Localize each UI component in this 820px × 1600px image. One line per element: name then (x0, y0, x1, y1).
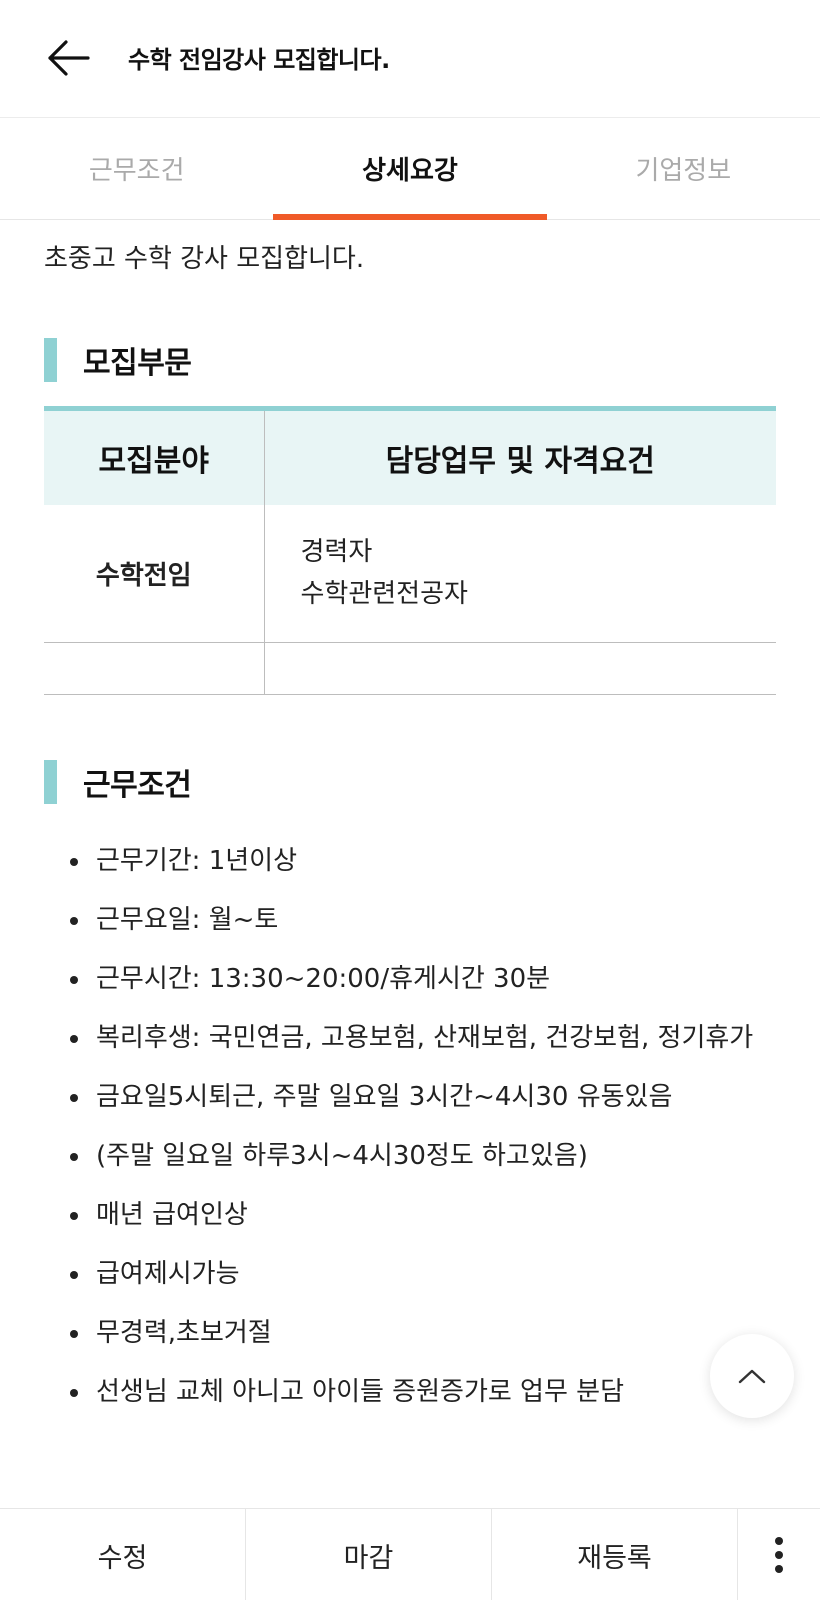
edit-button[interactable]: 수정 (0, 1509, 246, 1600)
duty-line: 수학관련전공자 (300, 579, 468, 610)
list-item: (주말 일요일 하루3시~4시30정도 하고있음) (44, 1135, 776, 1177)
top-header: 수학 전임강사 모집합니다. (0, 0, 820, 118)
list-item: 근무요일: 월~토 (44, 899, 776, 941)
recruit-table: 모집분야 담당업무 및 자격요건 수학전임 경력자 수학관련전공자 (44, 406, 776, 695)
page: 수학 전임강사 모집합니다. 근무조건 상세요강 기업정보 초중고 수학 강사 … (0, 0, 820, 1600)
section-marker (44, 760, 57, 804)
list-item: 복리후생: 국민연금, 고용보험, 산재보험, 건강보험, 정기휴가 (44, 1017, 776, 1059)
recruit-section-heading: 모집부문 (44, 338, 192, 382)
column-header-field: 모집분야 (44, 408, 265, 505)
section-marker (44, 338, 57, 382)
table-row: 수학전임 경력자 수학관련전공자 (44, 504, 776, 643)
more-button[interactable] (738, 1509, 820, 1600)
chevron-up-icon (738, 1369, 766, 1384)
tab-details[interactable]: 상세요강 (273, 118, 547, 220)
recruit-section-title: 모집부문 (83, 346, 192, 381)
scroll-top-button[interactable] (710, 1334, 794, 1418)
empty-cell (44, 642, 265, 695)
empty-cell (264, 642, 776, 695)
table-row-empty (44, 642, 776, 695)
bottom-action-bar: 수정 마감 재등록 (0, 1508, 820, 1600)
tab-work-conditions[interactable]: 근무조건 (0, 118, 273, 219)
list-item: 금요일5시퇴근, 주말 일요일 3시간~4시30 유동있음 (44, 1076, 776, 1118)
more-vertical-icon (775, 1534, 783, 1576)
intro-text: 초중고 수학 강사 모집합니다. (44, 244, 365, 274)
list-item: 근무기간: 1년이상 (44, 840, 776, 882)
list-item: 무경력,초보거절 (44, 1312, 776, 1354)
list-item: 근무시간: 13:30~20:00/휴게시간 30분 (44, 958, 776, 1000)
tab-bar: 근무조건 상세요강 기업정보 (0, 118, 820, 220)
arrow-left-icon (48, 40, 90, 76)
close-posting-button[interactable]: 마감 (246, 1509, 492, 1600)
conditions-section-title: 근무조건 (83, 768, 192, 803)
duties-cell: 경력자 수학관련전공자 (264, 504, 776, 643)
list-item: 선생님 교체 아니고 아이들 증원증가로 업무 분담 (44, 1371, 776, 1413)
field-cell: 수학전임 (44, 504, 265, 643)
column-header-duties: 담당업무 및 자격요건 (264, 408, 776, 505)
list-item: 급여제시가능 (44, 1253, 776, 1295)
conditions-section-heading: 근무조건 (44, 760, 192, 804)
tab-company-info[interactable]: 기업정보 (547, 118, 820, 219)
duty-line: 경력자 (300, 537, 373, 568)
back-button[interactable] (40, 34, 96, 82)
repost-button[interactable]: 재등록 (492, 1509, 738, 1600)
page-title: 수학 전임강사 모집합니다. (128, 46, 390, 74)
list-item: 매년 급여인상 (44, 1194, 776, 1236)
conditions-list: 근무기간: 1년이상 근무요일: 월~토 근무시간: 13:30~20:00/휴… (44, 840, 776, 1430)
